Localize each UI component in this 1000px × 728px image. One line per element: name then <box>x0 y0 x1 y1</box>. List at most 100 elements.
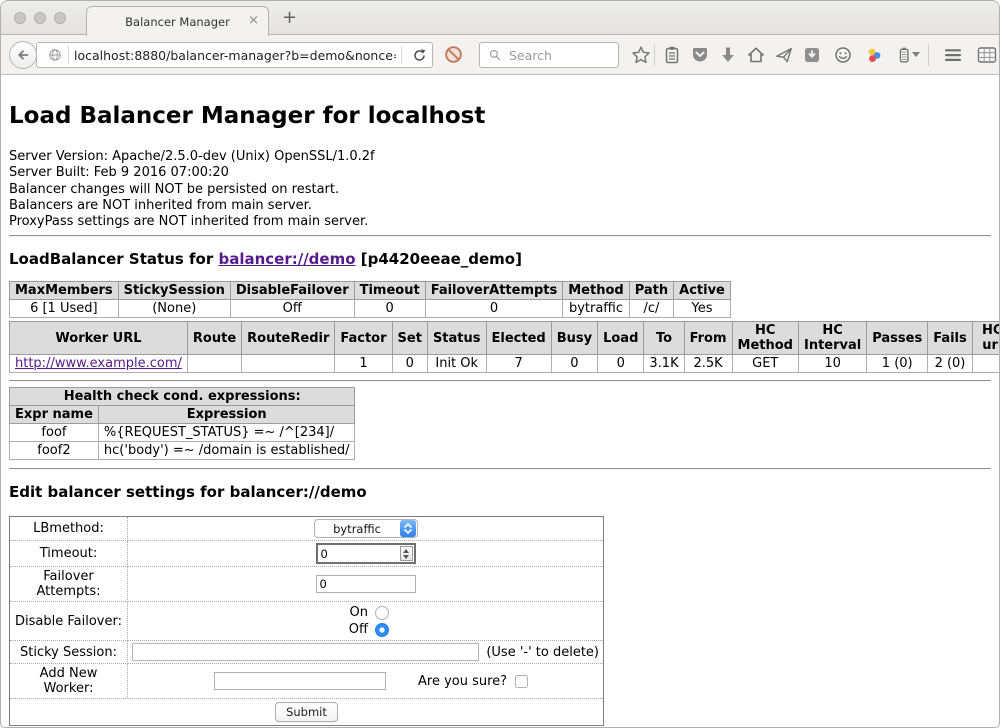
back-button[interactable] <box>9 41 37 69</box>
url-bar[interactable]: localhost:8880/balancer-manager?b=demo&n… <box>36 42 433 68</box>
cell-hc-uri <box>972 355 1000 373</box>
col-header: To <box>644 322 684 355</box>
sticky-session-label: Sticky Session: <box>10 641 128 664</box>
col-header: From <box>684 322 732 355</box>
urlbar-separator <box>401 46 402 64</box>
grid-extension-button[interactable] <box>976 45 998 65</box>
reload-button[interactable] <box>412 48 427 63</box>
col-header: Status <box>427 322 486 355</box>
disable-failover-on-radio[interactable] <box>375 606 389 620</box>
home-icon <box>746 45 766 65</box>
form-row-lbmethod: LBmethod: bytraffic <box>10 517 604 541</box>
window-close-button[interactable] <box>14 12 26 24</box>
select-stepper-icon <box>400 520 416 537</box>
window-zoom-button[interactable] <box>54 12 66 24</box>
col-header: HC uri <box>972 322 1000 355</box>
divider <box>9 380 991 382</box>
submit-button[interactable]: Submit <box>275 702 338 722</box>
grid-icon <box>976 45 998 65</box>
form-row-add-worker: Add New Worker: Are you sure? <box>10 664 604 699</box>
clipboard-icon <box>662 45 682 65</box>
cell-factor: 1 <box>335 355 392 373</box>
radio-on-label: On <box>342 605 368 620</box>
tab-close-icon[interactable]: × <box>248 13 259 29</box>
balancer-status-table: MaxMembers StickySession DisableFailover… <box>9 281 731 318</box>
window-minimize-button[interactable] <box>34 12 46 24</box>
edit-settings-heading: Edit balancer settings for balancer://de… <box>9 483 991 501</box>
tab-title: Balancer Manager <box>125 15 230 29</box>
cell-busy: 0 <box>551 355 597 373</box>
balancer-settings-form: LBmethod: bytraffic Timeout: 0 <box>9 516 604 726</box>
cell-routeredir <box>242 355 335 373</box>
cell-method: bytraffic <box>563 300 629 318</box>
menu-button[interactable] <box>942 45 964 65</box>
form-row-sticky: Sticky Session: (Use '-' to delete) <box>10 641 604 664</box>
form-row-disable-failover: Disable Failover: On Off <box>10 602 604 641</box>
radio-off-label: Off <box>342 622 368 637</box>
blocked-content-icon <box>443 44 464 65</box>
notice-balancers: Balancers are NOT inherited from main se… <box>9 198 991 214</box>
cell-from: 2.5K <box>684 355 732 373</box>
globe-icon[interactable] <box>47 47 63 63</box>
lb-status-prefix: LoadBalancer Status for <box>9 250 218 268</box>
content-blocked-button[interactable] <box>443 44 464 65</box>
notice-proxypass: ProxyPass settings are NOT inherited fro… <box>9 214 991 230</box>
worker-row: http://www.example.com/ 1 0 Init Ok 7 0 … <box>10 355 1000 373</box>
col-header: HC Interval <box>798 322 866 355</box>
extension-download-button[interactable] <box>802 45 822 65</box>
cell-disablefailover: Off <box>230 300 354 318</box>
form-row-submit: Submit <box>10 699 604 726</box>
number-spinner-icon[interactable] <box>400 546 413 561</box>
search-input[interactable] <box>507 47 618 64</box>
worker-url-link[interactable]: http://www.example.com/ <box>15 356 182 371</box>
col-header: Worker URL <box>10 322 188 355</box>
col-header: RouteRedir <box>242 322 335 355</box>
reload-icon <box>412 48 427 63</box>
cell-expr-name: foof2 <box>10 442 99 460</box>
sticky-session-input[interactable] <box>132 643 479 661</box>
paper-plane-icon <box>774 45 794 65</box>
downloads-button[interactable] <box>718 45 738 65</box>
lbmethod-select[interactable]: bytraffic <box>314 519 418 538</box>
cell-load: 0 <box>598 355 644 373</box>
browser-tab[interactable]: Balancer Manager × <box>86 6 269 36</box>
home-button[interactable] <box>746 45 766 65</box>
new-tab-button[interactable]: + <box>282 7 297 28</box>
col-header: Factor <box>335 322 392 355</box>
add-worker-label: Add New Worker: <box>10 664 128 699</box>
send-tab-button[interactable] <box>774 45 794 65</box>
reading-list-button[interactable] <box>662 45 682 65</box>
navigation-toolbar: localhost:8880/balancer-manager?b=demo&n… <box>1 35 999 75</box>
worker-table: Worker URL Route RouteRedir Factor Set S… <box>9 321 1000 373</box>
battery-extension-button[interactable] <box>894 45 914 65</box>
submit-cell: Submit <box>10 699 604 726</box>
bookmark-star-button[interactable] <box>631 45 651 65</box>
timeout-input[interactable]: 0 <box>316 543 416 564</box>
cell-path: /c/ <box>629 300 673 318</box>
col-header: Busy <box>551 322 597 355</box>
col-header: Fails <box>928 322 973 355</box>
add-worker-input[interactable] <box>214 672 386 690</box>
col-header: FailoverAttempts <box>425 282 563 300</box>
colored-dots-extension-button[interactable] <box>864 45 884 65</box>
divider <box>9 468 991 470</box>
pocket-button[interactable] <box>690 45 710 65</box>
cell-hc-method: GET <box>732 355 798 373</box>
balancer-demo-link[interactable]: balancer://demo <box>218 250 355 268</box>
failover-attempts-input[interactable] <box>316 575 416 593</box>
smiley-icon <box>833 45 853 65</box>
table-header-row: MaxMembers StickySession DisableFailover… <box>10 282 731 300</box>
expr-row: foof2 hc('body') =~ /domain is establish… <box>10 442 355 460</box>
disable-failover-off-radio[interactable] <box>375 623 389 637</box>
search-field[interactable] <box>479 42 619 68</box>
form-row-failover: Failover Attempts: <box>10 567 604 602</box>
sticky-session-note: (Use '-' to delete) <box>480 645 599 660</box>
chat-extension-button[interactable] <box>833 45 853 65</box>
chevron-down-icon[interactable] <box>912 52 920 57</box>
cell-expression: %{REQUEST_STATUS} =~ /^[234]/ <box>98 424 355 442</box>
cell-route <box>187 355 241 373</box>
are-you-sure-checkbox[interactable] <box>515 675 528 688</box>
server-version: Server Version: Apache/2.5.0-dev (Unix) … <box>9 149 991 165</box>
col-header: Active <box>674 282 731 300</box>
url-text[interactable]: localhost:8880/balancer-manager?b=demo&n… <box>74 48 396 63</box>
